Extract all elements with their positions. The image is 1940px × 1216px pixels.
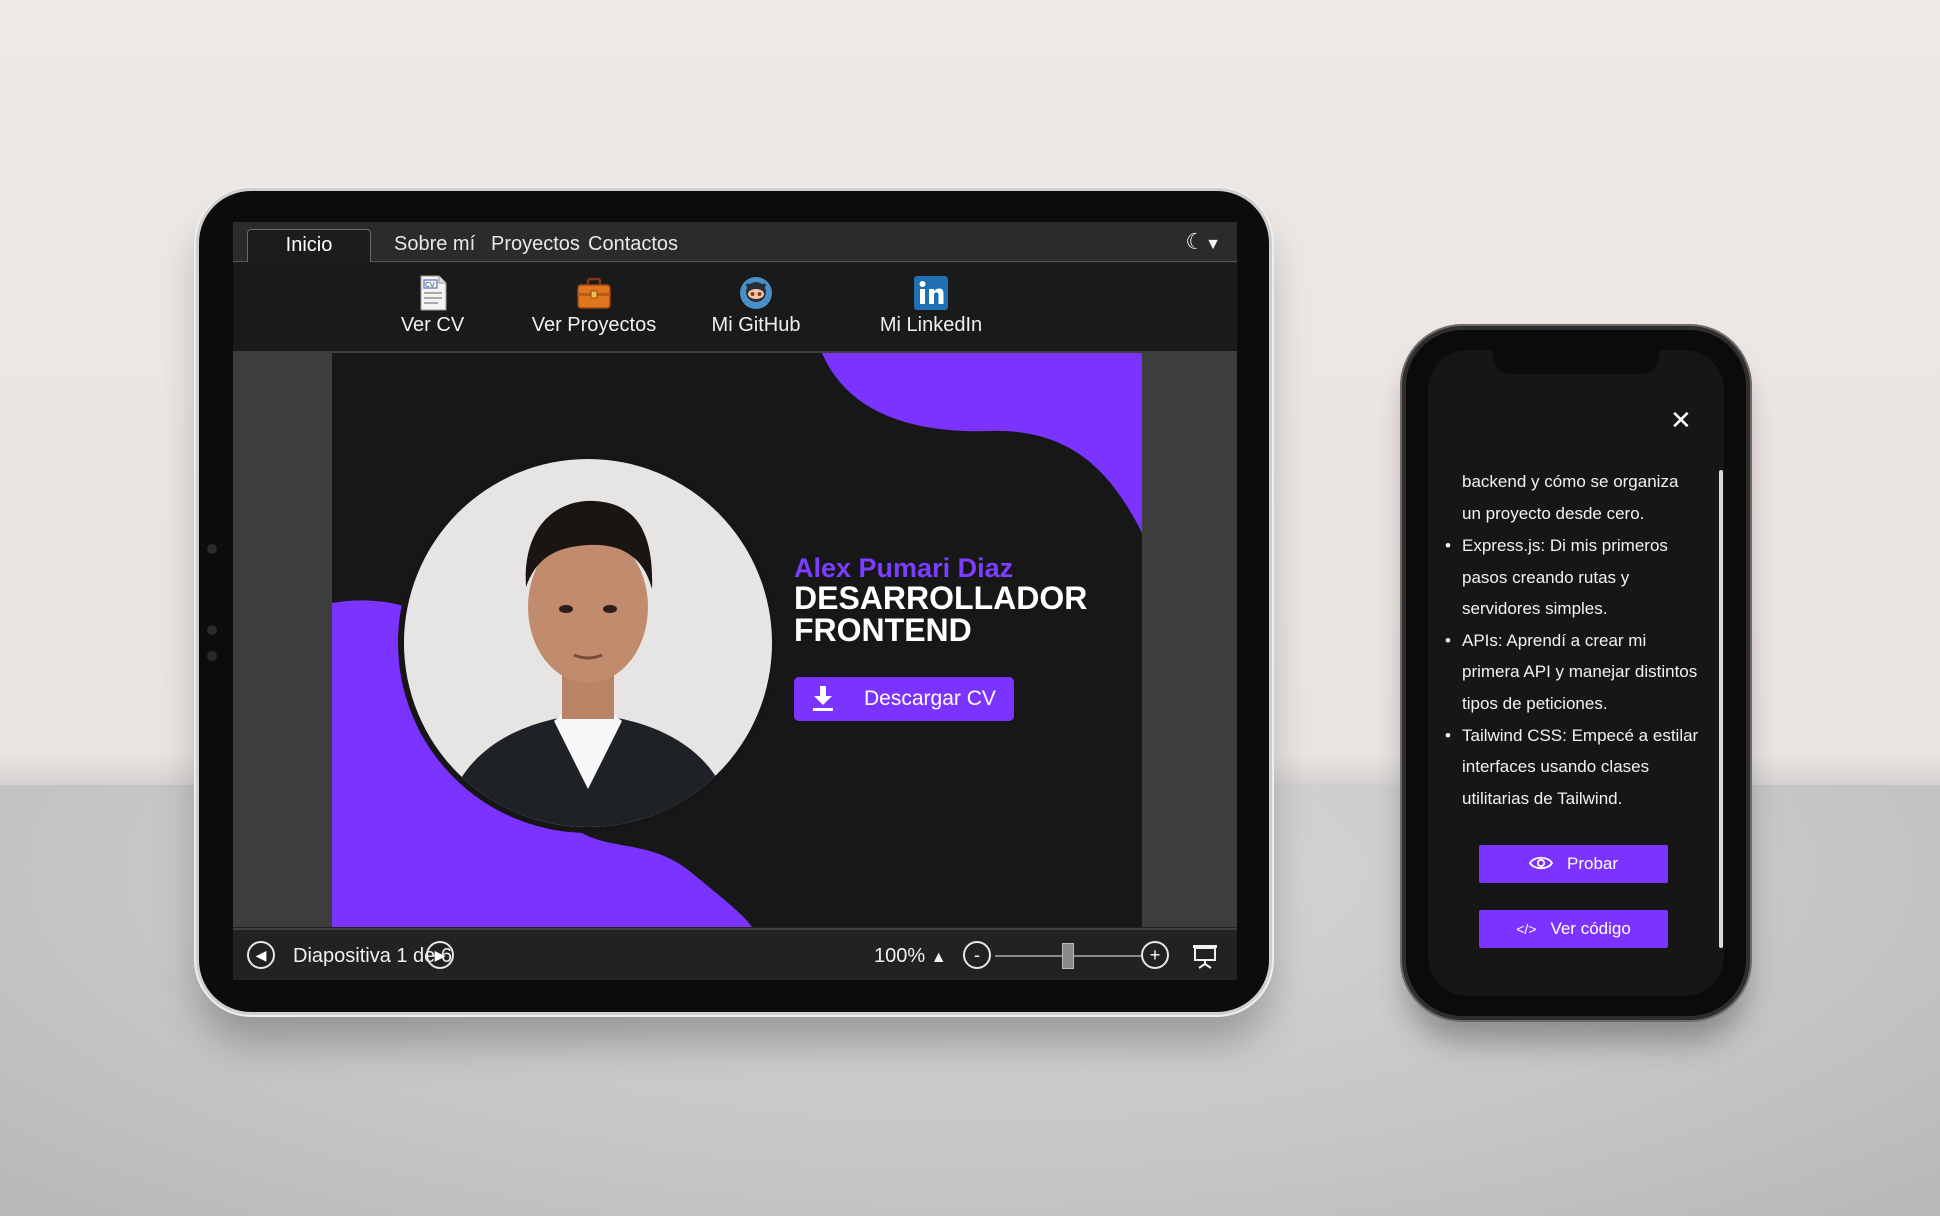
slide: Alex Pumari Diaz DESARROLLADOR FRONTEND … [332,353,1142,927]
zoom-in-button[interactable]: + [1141,941,1169,969]
scrollbar[interactable] [1719,470,1723,948]
probar-button[interactable]: Probar [1479,845,1668,883]
slide-viewer: Alex Pumari Diaz DESARROLLADOR FRONTEND … [233,353,1237,927]
profile-photo [398,453,778,833]
tab-sobre-mi[interactable]: Sobre mí [380,229,489,262]
profile-role: DESARROLLADOR FRONTEND [794,582,1087,646]
tab-inicio[interactable]: Inicio [247,229,371,262]
list-item: Express.js: Di mis primeros pasos creand… [1445,530,1704,625]
tablet-button [207,651,217,661]
chevron-down-icon: ▼ [1205,236,1221,253]
tablet-button [207,625,217,635]
learning-list: Express.js: Di mis primeros pasos creand… [1445,530,1704,815]
presentation-icon[interactable] [1191,942,1219,970]
next-slide-button[interactable]: ▶ [426,941,454,969]
mi-linkedin-button[interactable]: Mi LinkedIn [869,275,993,337]
moon-icon: ☾ [1185,229,1206,254]
zoom-level[interactable]: 100% ▲ [874,944,947,970]
phone-notch [1493,350,1659,374]
tablet-screen: Inicio Sobre mí Proyectos Contactos ☾▼ C… [233,222,1237,980]
mi-linkedin-label: Mi LinkedIn [879,314,983,336]
ver-proyectos-label: Ver Proyectos [531,314,657,336]
ribbon: CV Ver CV Ver Proyectos Mi GitHub Mi Lin… [233,263,1237,353]
arrow-right-icon: ▶ [434,946,446,963]
probar-label: Probar [1566,854,1619,873]
linkedin-icon [914,276,948,310]
caret-up-icon: ▲ [930,949,947,966]
svg-text:CV: CV [425,281,435,289]
cv-document-icon: CV [420,275,446,311]
profile-role-line1: DESARROLLADOR [794,580,1088,616]
theme-toggle[interactable]: ☾▼ [1185,229,1221,258]
eye-icon [1528,856,1554,870]
arrow-left-icon: ◀ [255,946,267,963]
github-octocat-icon [740,277,772,309]
project-description: backend y cómo se organiza un proyecto d… [1462,472,1679,523]
zoom-value: 100% [874,945,926,967]
zoom-out-button[interactable]: - [963,941,991,969]
ver-codigo-button[interactable]: </> Ver código [1479,910,1668,948]
tablet-button [207,544,217,554]
code-icon: </> [1516,921,1537,937]
profile-role-line2: FRONTEND [794,612,972,648]
list-item: Tailwind CSS: Empecé a estilar interface… [1445,720,1704,815]
zoom-slider-thumb[interactable] [1062,943,1074,969]
download-cv-label: Descargar CV [864,687,996,710]
status-bar: ◀ Diapositiva 1 de 6 ▶ 100% ▲ - + [233,928,1237,980]
tab-bar: Inicio Sobre mí Proyectos Contactos ☾▼ [233,222,1237,262]
close-icon[interactable]: ✕ [1670,407,1692,433]
ver-proyectos-button[interactable]: Ver Proyectos [523,275,665,337]
mi-github-label: Mi GitHub [711,314,801,336]
download-icon [813,686,833,711]
download-cv-button[interactable]: Descargar CV [794,677,1014,721]
briefcase-icon [577,277,611,309]
tab-contactos[interactable]: Contactos [574,229,692,262]
ver-cv-button[interactable]: CV Ver CV [380,275,485,337]
mi-github-button[interactable]: Mi GitHub [702,275,810,337]
prev-slide-button[interactable]: ◀ [247,941,275,969]
list-item: APIs: Aprendí a crear mi primera API y m… [1445,625,1704,720]
ver-codigo-label: Ver código [1550,919,1631,938]
ver-cv-label: Ver CV [400,314,465,336]
